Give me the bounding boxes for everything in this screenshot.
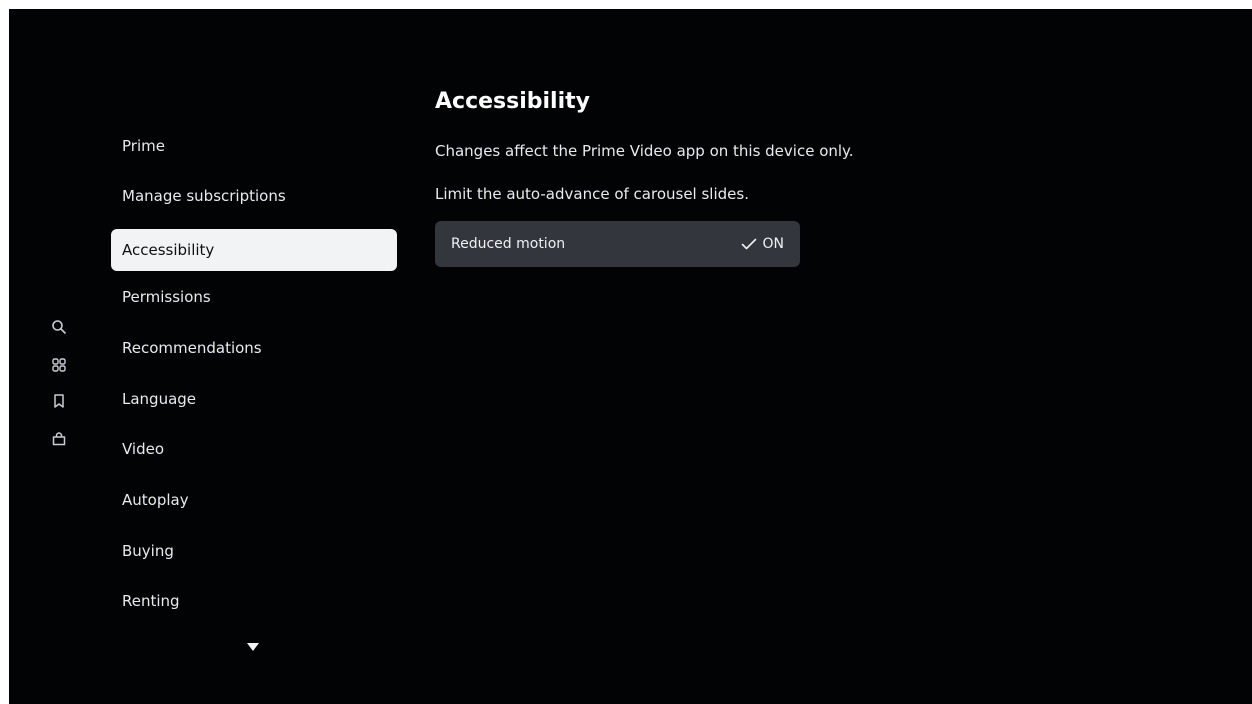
toggle-state: ON xyxy=(741,236,785,252)
watchlist-icon[interactable] xyxy=(47,389,71,413)
screen: Prime Manage subscriptions Accessibility… xyxy=(9,9,1252,704)
reduced-motion-toggle[interactable]: Reduced motion ON xyxy=(435,221,800,267)
menu-item-buying[interactable]: Buying xyxy=(111,530,397,572)
checkmark-icon xyxy=(741,238,757,250)
menu-item-autoplay[interactable]: Autoplay xyxy=(111,479,397,521)
page-title: Accessibility xyxy=(435,89,590,114)
menu-item-accessibility[interactable]: Accessibility xyxy=(111,229,397,271)
toggle-state-label: ON xyxy=(762,236,785,252)
chevron-down-icon xyxy=(247,643,259,651)
categories-icon[interactable] xyxy=(47,353,71,377)
menu-item-language[interactable]: Language xyxy=(111,378,397,420)
store-icon[interactable] xyxy=(47,427,71,451)
menu-item-permissions[interactable]: Permissions xyxy=(111,276,397,318)
search-icon[interactable] xyxy=(47,315,71,339)
setting-hint: Limit the auto-advance of carousel slide… xyxy=(435,185,749,203)
menu-item-renting[interactable]: Renting xyxy=(111,580,397,622)
menu-item-manage-subscriptions[interactable]: Manage subscriptions xyxy=(111,175,397,217)
page-description: Changes affect the Prime Video app on th… xyxy=(435,142,854,160)
menu-item-video[interactable]: Video xyxy=(111,428,397,470)
menu-item-prime[interactable]: Prime xyxy=(111,125,397,167)
menu-item-recommendations[interactable]: Recommendations xyxy=(111,327,397,369)
setting-label: Reduced motion xyxy=(451,236,566,252)
